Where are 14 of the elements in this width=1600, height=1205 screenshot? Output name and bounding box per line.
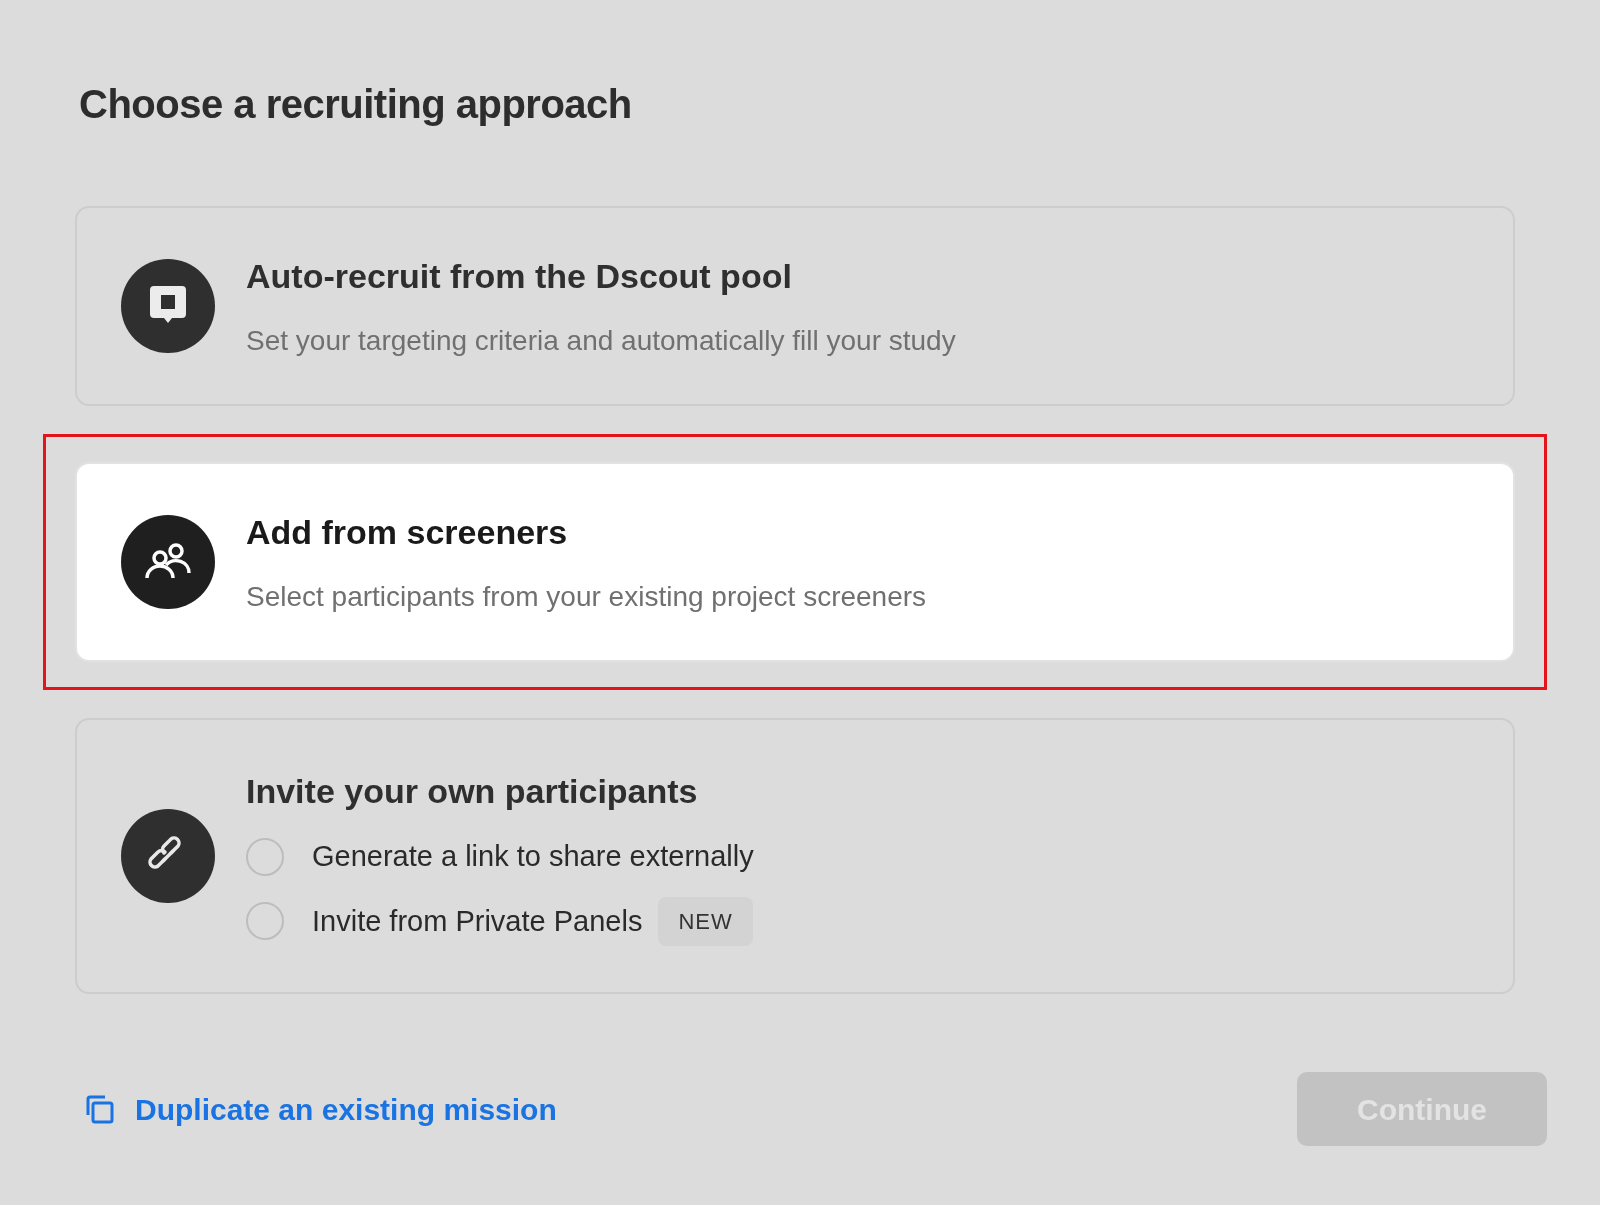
option-card[interactable]: Auto-recruit from the Dscout pool Set your targeting criteria and automatically fill your study [75,206,1515,406]
option-title: Invite your own participants [246,771,699,813]
option-card[interactable]: Add from screeners Select participants from your existing project screeners [75,462,1515,662]
radio-button[interactable] [246,902,284,941]
radio-label[interactable]: Invite from Private Panels [312,899,643,943]
radio-button[interactable] [246,838,284,876]
option-card[interactable]: Invite your own participants Generate a link to share externally Invite from Private Panels NEW [75,718,1515,994]
option-description: Set your targeting criteria and automatically fill your study [246,323,956,358]
radio-label[interactable]: Generate a link to share externally [312,835,754,879]
new-badge: NEW [658,896,753,946]
option-title: Auto-recruit from the Dscout pool [246,255,793,297]
option-title: Add from screeners [246,511,569,553]
option-description: Select participants from your existing project screeners [246,579,927,614]
page-heading: Choose a recruiting approach [79,81,633,128]
